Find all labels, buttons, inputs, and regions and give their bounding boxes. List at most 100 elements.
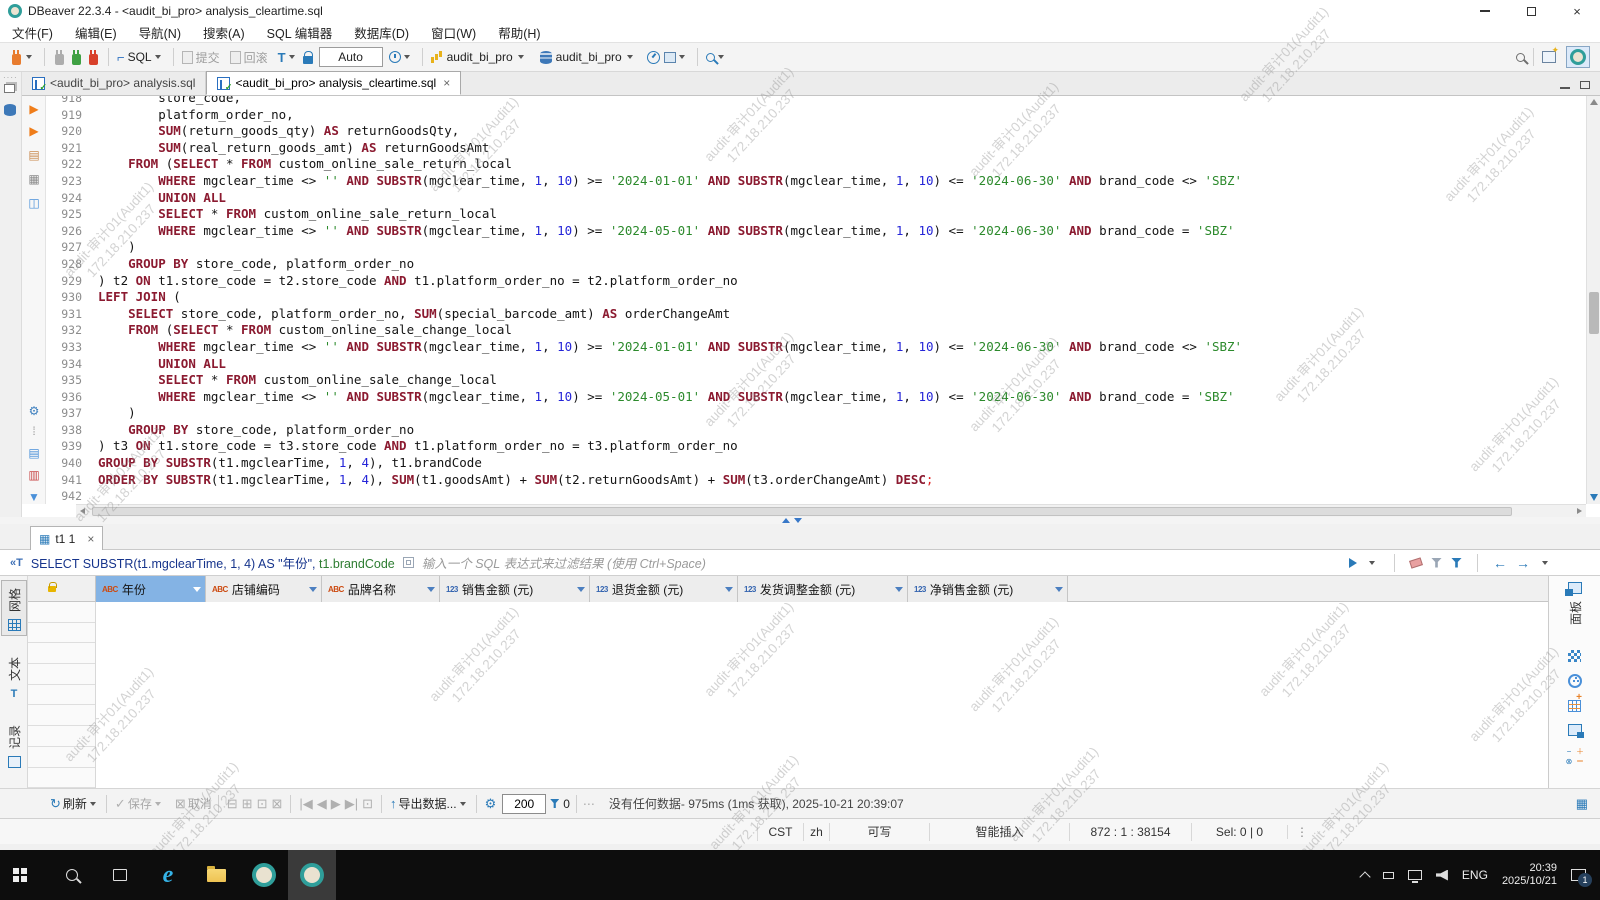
column-filter-dropdown-icon[interactable] — [427, 586, 435, 592]
schema-combo[interactable]: audit_bi_pro — [539, 50, 637, 64]
editor-tab-analysis[interactable]: <audit_bi_pro> analysis.sql — [22, 71, 207, 95]
scroll-right-arrow[interactable] — [1577, 508, 1582, 514]
sql-code-editor[interactable]: 918 store_code, 919 platform_order_no, 920… — [46, 96, 1586, 504]
compare-button[interactable] — [663, 51, 689, 63]
column-filter-dropdown-icon[interactable] — [577, 586, 585, 592]
settings-gear-icon[interactable]: ⚙ — [25, 404, 43, 420]
error-doc-icon[interactable]: ▥ — [25, 468, 43, 484]
history-forward-icon[interactable]: → — [1516, 556, 1530, 570]
grid-body[interactable] — [28, 602, 1548, 789]
dbeaver-perspective-button[interactable] — [1566, 46, 1590, 68]
execute-statement-icon[interactable]: ▶ — [25, 102, 43, 118]
menu-item[interactable]: 编辑(E) — [75, 23, 117, 42]
save-button[interactable]: 保存 — [128, 795, 152, 812]
script-icon[interactable]: ▦ — [25, 172, 43, 188]
refresh-button[interactable]: 刷新 — [63, 795, 87, 812]
empty-row[interactable] — [28, 705, 95, 727]
transaction-mode-button[interactable]: T — [278, 50, 299, 65]
menu-item[interactable]: 帮助(H) — [498, 23, 540, 42]
connection-combo[interactable]: audit_bi_pro — [430, 50, 528, 64]
editor-horizontal-scrollbar[interactable] — [76, 504, 1586, 517]
column-header[interactable]: ABC 品牌名称 — [322, 576, 440, 602]
results-grid[interactable]: ABC 年份 ABC 店铺编码 ABC 品牌名称 123 销售金额 (元) 123 退货金额 (元… — [28, 576, 1548, 789]
invalidate-button[interactable] — [87, 49, 100, 65]
grid-corner-cell[interactable] — [28, 576, 96, 602]
internet-explorer-button[interactable]: e — [144, 850, 192, 900]
drag-handle[interactable]: ···· — [3, 73, 18, 82]
scroll-left-arrow[interactable] — [80, 508, 85, 514]
export-dropdown[interactable] — [459, 801, 466, 806]
dashboard-button[interactable] — [646, 50, 660, 64]
sash-down-arrow[interactable] — [794, 518, 802, 523]
vscroll-thumb[interactable] — [1589, 292, 1599, 334]
column-filter-dropdown-icon[interactable] — [193, 586, 201, 592]
filter-placeholder[interactable]: 输入一个 SQL 表达式来过滤结果 (使用 Ctrl+Space) — [422, 553, 706, 572]
quick-access-search-button[interactable] — [1516, 52, 1525, 62]
history-dropdown-icon[interactable] — [1542, 560, 1548, 565]
menu-item[interactable]: 数据库(D) — [354, 23, 409, 42]
commit-mode-combo[interactable]: Auto — [318, 47, 383, 67]
empty-row[interactable] — [28, 685, 95, 706]
result-view-tab[interactable]: 网格 — [1, 580, 27, 636]
panel-layout-icons[interactable]: − ＋ ⊗ ＝ — [1565, 748, 1585, 766]
empty-row[interactable] — [28, 602, 95, 623]
explain-plan-icon[interactable]: ▤ — [25, 148, 43, 164]
column-header[interactable]: 123 退货金额 (元) — [590, 576, 738, 602]
column-filter-dropdown-icon[interactable] — [309, 586, 317, 592]
filter-dropdown-icon[interactable] — [1369, 560, 1375, 565]
filter-expression[interactable]: SELECT SUBSTR(t1.mgclearTime, 1, 4) AS "… — [31, 553, 395, 572]
menu-item[interactable]: 窗口(W) — [431, 23, 476, 42]
export-log-icon[interactable]: ▤ — [25, 446, 43, 462]
filter-count-icon[interactable] — [550, 799, 560, 808]
dbeaver-active-taskbar-button[interactable] — [288, 850, 336, 900]
start-button[interactable] — [0, 850, 48, 900]
empty-row[interactable] — [28, 747, 95, 768]
task-view-button[interactable] — [96, 850, 144, 900]
result-tab-t1[interactable]: ▦ t1 1 × — [30, 526, 104, 550]
tab-close-icon[interactable]: × — [443, 76, 450, 90]
database-navigator-icon[interactable] — [4, 104, 16, 116]
taskbar-clock[interactable]: 20:39 2025/10/21 — [1502, 862, 1557, 888]
scroll-up-arrow[interactable] — [1590, 99, 1598, 105]
editor-tab-analysis-cleartime[interactable]: <audit_bi_pro> analysis_cleartime.sql × — [206, 71, 462, 95]
transaction-log-button[interactable] — [388, 51, 414, 63]
empty-row[interactable] — [28, 664, 95, 685]
result-settings-gear-icon[interactable]: ⚙ — [485, 796, 497, 812]
column-header[interactable]: ABC 年份 — [96, 576, 206, 602]
history-back-icon[interactable]: ← — [1493, 556, 1507, 570]
file-explorer-button[interactable] — [192, 850, 240, 900]
clear-filter-icon[interactable] — [1409, 556, 1423, 569]
sql-editor-menu[interactable]: ⌐ SQL — [117, 50, 165, 65]
empty-row[interactable] — [28, 726, 95, 747]
value-viewer-icon[interactable] — [1568, 650, 1581, 662]
commit-button[interactable]: 提交 — [181, 49, 220, 66]
execute-script-icon[interactable]: ▶ — [25, 124, 43, 140]
metadata-panel-icon[interactable] — [1567, 674, 1582, 688]
split-panel-icon[interactable] — [1567, 724, 1584, 738]
empty-row[interactable] — [28, 623, 95, 644]
expand-filter-icon[interactable] — [402, 557, 414, 568]
sash-up-arrow[interactable] — [782, 518, 790, 523]
more-options-dots[interactable]: ⋯ — [583, 797, 595, 811]
refresh-dropdown[interactable] — [89, 801, 96, 806]
language-indicator[interactable]: ENG — [1462, 868, 1488, 882]
edit-filter-icon[interactable] — [1431, 557, 1442, 568]
panels-tab[interactable]: 面板 — [1549, 576, 1600, 628]
usb-tray-icon[interactable] — [1382, 871, 1394, 879]
menu-item[interactable]: 搜索(A) — [203, 23, 245, 42]
filters-menu-icon[interactable] — [1451, 557, 1462, 568]
new-connection-button[interactable] — [10, 49, 36, 65]
search-menu-button[interactable] — [705, 52, 728, 62]
export-data-button[interactable]: 导出数据... — [399, 795, 457, 812]
taskbar-search-button[interactable] — [48, 850, 96, 900]
result-view-tab[interactable]: 记录 — [1, 718, 27, 772]
restore-panel-icon[interactable] — [4, 84, 15, 93]
menu-item[interactable]: 导航(N) — [139, 23, 181, 42]
fetch-size-input[interactable] — [502, 793, 547, 814]
open-perspective-button[interactable] — [1542, 45, 1559, 63]
column-filter-dropdown-icon[interactable] — [725, 586, 733, 592]
dbeaver-taskbar-button[interactable] — [240, 850, 288, 900]
menu-item[interactable]: 文件(F) — [12, 23, 53, 42]
apply-filter-icon[interactable] — [1349, 557, 1357, 568]
close-button[interactable]: × — [1554, 0, 1600, 22]
